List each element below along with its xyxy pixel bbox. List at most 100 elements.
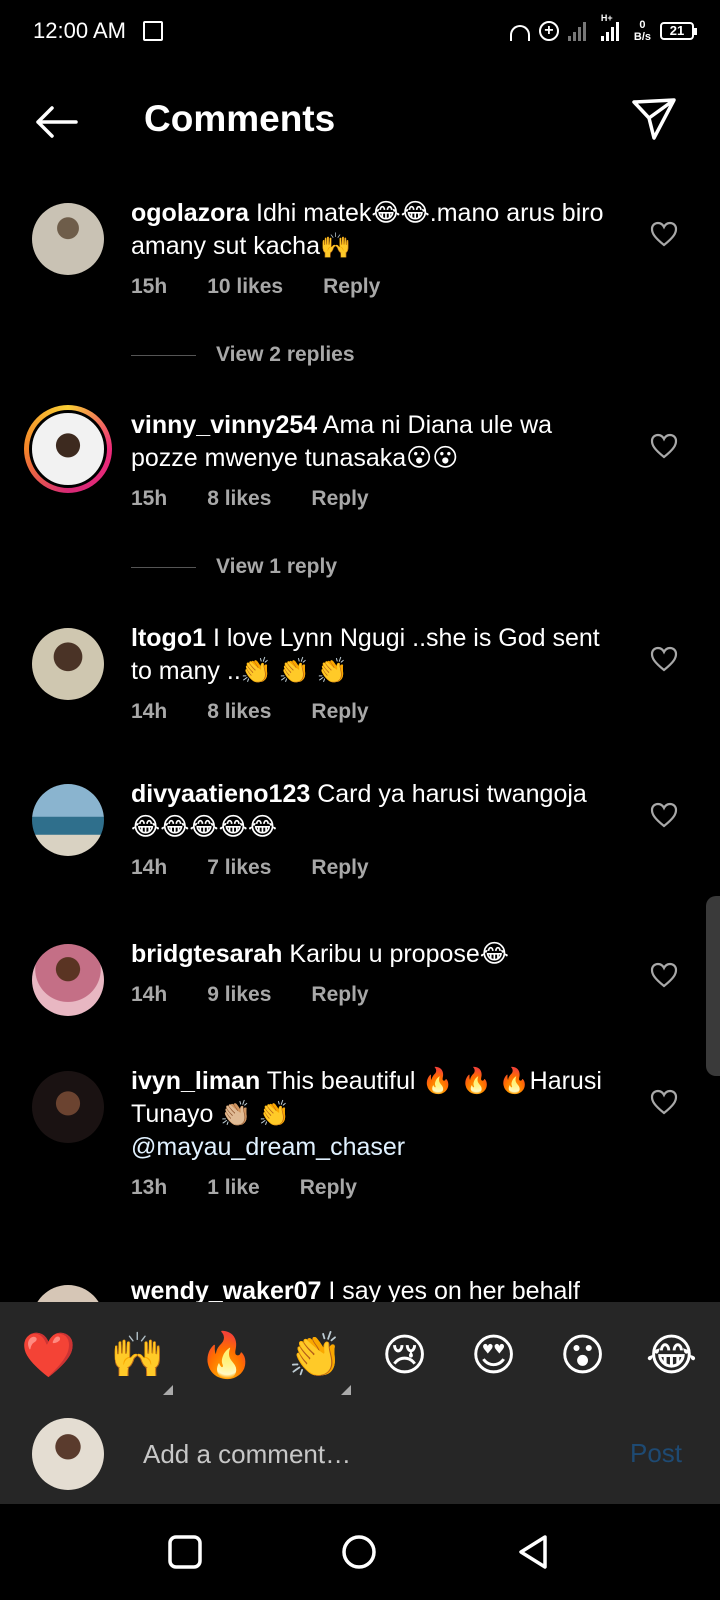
comment-time: 15h bbox=[131, 275, 168, 298]
comment-meta: 13h 1 like Reply bbox=[131, 1176, 357, 1200]
avatar[interactable] bbox=[32, 784, 104, 856]
comment-likes[interactable]: 9 likes bbox=[207, 983, 271, 1007]
heart-icon[interactable] bbox=[650, 1089, 678, 1115]
status-icons: + H+ 0 B/s 21 bbox=[509, 13, 697, 45]
comment-text: ltogo1 I love Lynn Ngugi ..she is God se… bbox=[131, 622, 621, 688]
emoji-crying-button[interactable]: 😢 bbox=[370, 1330, 440, 1381]
data-saver-icon: + bbox=[538, 21, 559, 41]
comment-likes[interactable]: 10 likes bbox=[207, 275, 283, 299]
comment-content: I say yes on her behalf bbox=[328, 1277, 580, 1305]
net-speed-unit: B/s bbox=[633, 31, 651, 43]
comment-text: vinny_vinny254 Ama ni Diana ule wa pozze… bbox=[131, 409, 621, 475]
back-nav-icon[interactable] bbox=[515, 1534, 551, 1570]
reply-button[interactable]: Reply bbox=[311, 700, 368, 724]
net-speed: 0 B/s bbox=[634, 19, 651, 43]
divider bbox=[131, 354, 196, 356]
skin-tone-indicator-icon bbox=[340, 1385, 351, 1395]
heart-icon[interactable] bbox=[650, 646, 678, 672]
comment-username[interactable]: vinny_vinny254 bbox=[131, 411, 317, 439]
comment-time: 14h bbox=[131, 983, 168, 1006]
comment-username[interactable]: ogolazora bbox=[131, 199, 249, 227]
home-icon[interactable] bbox=[341, 1534, 377, 1570]
emoji-glyph: 👏 bbox=[288, 1331, 343, 1380]
comment-username[interactable]: ivyn_liman bbox=[131, 1067, 260, 1095]
emoji-fire-button[interactable]: 🔥 bbox=[192, 1329, 262, 1381]
comment-meta: 15h 10 likes Reply bbox=[131, 275, 380, 299]
comment-text: ogolazora Idhi matek😂😂.mano arus biro am… bbox=[131, 197, 621, 263]
comment-likes[interactable]: 1 like bbox=[207, 1176, 260, 1200]
system-nav-bar bbox=[0, 1504, 720, 1600]
comment-content: Karibu u propose😂 bbox=[289, 940, 510, 968]
comment-likes[interactable]: 7 likes bbox=[207, 856, 271, 880]
comment-time: 14h bbox=[131, 700, 168, 723]
comment-likes[interactable]: 8 likes bbox=[207, 700, 271, 724]
avatar[interactable] bbox=[32, 203, 104, 275]
battery-icon: 21 bbox=[660, 22, 697, 40]
reply-button[interactable]: Reply bbox=[311, 856, 368, 880]
heart-icon[interactable] bbox=[650, 433, 678, 459]
avatar[interactable] bbox=[32, 1071, 104, 1143]
comment-time: 13h bbox=[131, 1176, 168, 1199]
comment-username[interactable]: ltogo1 bbox=[131, 624, 206, 652]
heart-icon[interactable] bbox=[650, 221, 678, 247]
emoji-heart-button[interactable]: ❤️ bbox=[14, 1329, 84, 1381]
header: Comments bbox=[0, 80, 720, 162]
view-replies-label: View 2 replies bbox=[216, 343, 355, 366]
emoji-clap-button[interactable]: 👏 bbox=[281, 1329, 351, 1395]
divider bbox=[131, 566, 196, 568]
view-replies-button[interactable]: View 2 replies bbox=[131, 343, 355, 367]
comment-likes[interactable]: 8 likes bbox=[207, 487, 271, 511]
image-notification-icon bbox=[143, 21, 163, 41]
avatar bbox=[29, 410, 107, 488]
net-speed-value: 0 bbox=[639, 19, 646, 31]
reply-button[interactable]: Reply bbox=[311, 487, 368, 511]
signal-sim2-icon: H+ bbox=[600, 13, 625, 41]
status-time: 12:00 AM bbox=[33, 18, 126, 43]
comment-input[interactable] bbox=[143, 1434, 583, 1474]
skin-tone-indicator-icon bbox=[162, 1385, 173, 1395]
own-avatar bbox=[32, 1418, 104, 1490]
view-replies-button[interactable]: View 1 reply bbox=[131, 555, 337, 579]
comment-text: ivyn_liman This beautiful 🔥 🔥 🔥Harusi Tu… bbox=[131, 1065, 621, 1164]
status-bar: 12:00 AM + H+ 0 B/s 21 bbox=[0, 0, 720, 64]
comment-compose-bar: Post bbox=[0, 1408, 720, 1504]
post-button[interactable]: Post bbox=[630, 1438, 682, 1469]
avatar[interactable] bbox=[32, 944, 104, 1016]
comment-time: 14h bbox=[131, 856, 168, 879]
emoji-glyph: 🙌 bbox=[110, 1331, 165, 1380]
comment-meta: 15h 8 likes Reply bbox=[131, 487, 369, 511]
view-replies-label: View 1 reply bbox=[216, 555, 338, 578]
heart-icon[interactable] bbox=[650, 802, 678, 828]
headphone-icon bbox=[509, 25, 530, 41]
comment-username[interactable]: wendy_waker07 bbox=[131, 1277, 321, 1305]
comment-meta: 14h 7 likes Reply bbox=[131, 856, 369, 880]
emoji-quick-bar: ❤️ 🙌 🔥 👏 😢 😍 😮 😂 bbox=[0, 1302, 720, 1408]
reply-button[interactable]: Reply bbox=[311, 983, 368, 1007]
comment-text: wendy_waker07 I say yes on her behalf bbox=[131, 1275, 651, 1305]
emoji-surprised-button[interactable]: 😮 bbox=[548, 1330, 618, 1381]
heart-icon[interactable] bbox=[650, 962, 678, 988]
send-icon[interactable] bbox=[630, 94, 678, 142]
avatar-story-ring[interactable] bbox=[24, 405, 112, 493]
comment-username[interactable]: divyaatieno123 bbox=[131, 780, 310, 808]
page-title: Comments bbox=[144, 98, 336, 139]
comment-meta: 14h 8 likes Reply bbox=[131, 700, 369, 724]
comment-time: 15h bbox=[131, 487, 168, 510]
emoji-laughing-button[interactable]: 😂 bbox=[637, 1330, 707, 1381]
comment-text: divyaatieno123 Card ya harusi twangoja 😂… bbox=[131, 778, 621, 844]
emoji-heart-eyes-button[interactable]: 😍 bbox=[459, 1330, 529, 1381]
scroll-handle[interactable] bbox=[706, 896, 720, 1076]
reply-button[interactable]: Reply bbox=[323, 275, 380, 299]
emoji-raised-hands-button[interactable]: 🙌 bbox=[103, 1329, 173, 1395]
comment-username[interactable]: bridgtesarah bbox=[131, 940, 282, 968]
reply-button[interactable]: Reply bbox=[300, 1176, 357, 1200]
back-arrow-icon[interactable] bbox=[32, 104, 80, 140]
comments-list[interactable]: ogolazora Idhi matek😂😂.mano arus biro am… bbox=[0, 185, 720, 1305]
comment-text: bridgtesarah Karibu u propose😂 bbox=[131, 938, 621, 971]
comment-meta: 14h 9 likes Reply bbox=[131, 983, 369, 1007]
comment-mention[interactable]: @mayau_dream_chaser bbox=[131, 1133, 405, 1161]
network-type-label: H+ bbox=[600, 13, 613, 23]
recents-icon[interactable] bbox=[167, 1534, 203, 1570]
signal-sim1-icon bbox=[567, 21, 592, 41]
avatar[interactable] bbox=[32, 628, 104, 700]
